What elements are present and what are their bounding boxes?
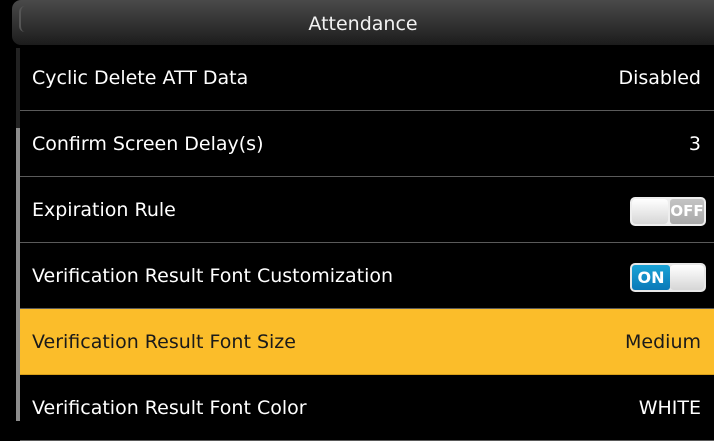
setting-row-font-color[interactable]: Verification Result Font Color WHITE xyxy=(20,375,714,441)
setting-label: Verification Result Font Color xyxy=(32,397,307,419)
setting-label: Verification Result Font Customization xyxy=(32,265,394,287)
toggle-knob xyxy=(670,265,704,290)
setting-row-font-size[interactable]: Verification Result Font Size Medium xyxy=(20,309,714,375)
title-bar: Attendance xyxy=(12,0,714,45)
setting-row-cyclic-delete[interactable]: Cyclic Delete ATT Data Disabled xyxy=(20,45,714,111)
setting-value: Medium xyxy=(625,331,701,353)
setting-row-expiration-rule[interactable]: Expiration Rule OFF xyxy=(20,177,714,243)
font-customization-toggle[interactable]: ON xyxy=(630,263,706,292)
setting-value: WHITE xyxy=(638,397,701,419)
toggle-state-label: OFF xyxy=(670,199,704,224)
setting-value: Disabled xyxy=(618,67,701,89)
setting-label: Cyclic Delete ATT Data xyxy=(32,67,249,89)
toggle-state-label: ON xyxy=(632,265,670,290)
expiration-rule-toggle[interactable]: OFF xyxy=(630,197,706,226)
settings-list: Cyclic Delete ATT Data Disabled Confirm … xyxy=(20,45,714,441)
setting-label: Verification Result Font Size xyxy=(32,331,296,353)
page-title: Attendance xyxy=(308,13,418,35)
toggle-knob xyxy=(632,199,668,224)
setting-row-font-customization[interactable]: Verification Result Font Customization O… xyxy=(20,243,714,309)
setting-row-confirm-delay[interactable]: Confirm Screen Delay(s) 3 xyxy=(20,111,714,177)
setting-label: Expiration Rule xyxy=(32,199,176,221)
setting-label: Confirm Screen Delay(s) xyxy=(32,133,264,155)
setting-value: 3 xyxy=(688,133,701,155)
